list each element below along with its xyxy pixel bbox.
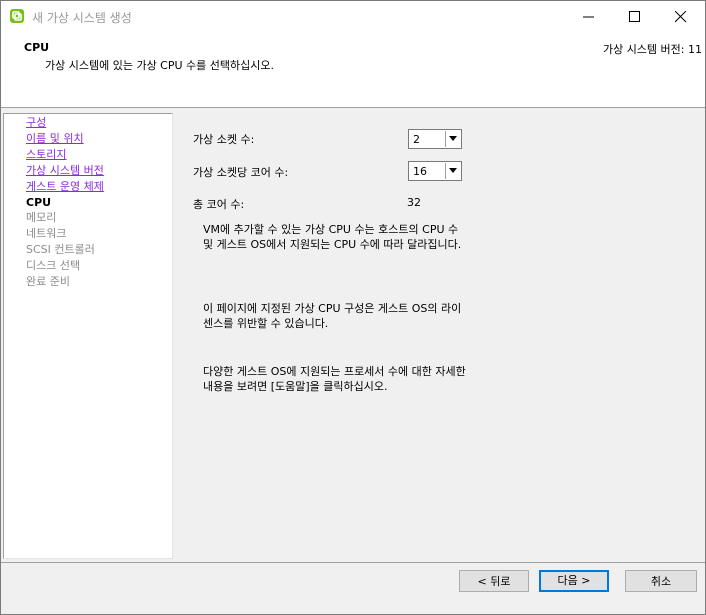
total-cores-label: 총 코어 수: (193, 198, 245, 211)
wizard-header: CPU 가상 시스템에 있는 가상 CPU 수를 선택하십시오. 가상 시스템 … (1, 32, 705, 108)
step-vm-version[interactable]: 가상 시스템 버전 (26, 164, 104, 178)
page-title: CPU (24, 41, 50, 54)
maximize-button[interactable] (612, 1, 658, 32)
step-network: 네트워크 (26, 227, 67, 240)
wizard-window: 새 가상 시스템 생성 CPU 가상 시스템에 있는 가상 CPU 수를 선택하… (0, 0, 706, 615)
cores-label: 가상 소켓당 코어 수: (193, 166, 289, 179)
cpu-settings-panel: 가상 소켓 수: 2 가상 소켓당 코어 수: 16 총 코어 수: 32 VM… (173, 113, 705, 557)
minimize-icon (583, 16, 594, 18)
page-description: 가상 시스템에 있는 가상 CPU 수를 선택하십시오. (45, 59, 274, 72)
step-configuration[interactable]: 구성 (26, 116, 46, 130)
minimize-button[interactable] (566, 1, 612, 32)
wizard-steps: 구성 이름 및 위치 스토리지 가상 시스템 버전 게스트 운영 체제 CPU … (3, 113, 173, 559)
chevron-down-icon (449, 136, 457, 141)
step-cpu: CPU (26, 196, 52, 209)
window-title: 새 가상 시스템 생성 (32, 11, 132, 25)
info-license-warning: 이 페이지에 지정된 가상 CPU 구성은 게스트 OS의 라이센스를 위반할 … (203, 302, 462, 330)
maximize-icon (629, 11, 640, 22)
close-icon (675, 11, 687, 23)
step-name-location[interactable]: 이름 및 위치 (26, 132, 84, 146)
cores-select[interactable]: 16 (408, 161, 462, 181)
step-select-disk: 디스크 선택 (26, 259, 81, 272)
footer-separator (1, 562, 705, 563)
step-ready-to-complete: 완료 준비 (26, 275, 70, 288)
step-guest-os[interactable]: 게스트 운영 체제 (26, 180, 104, 194)
next-button[interactable]: 다음 > (539, 570, 609, 592)
cancel-button[interactable]: 취소 (625, 570, 697, 592)
chevron-down-icon (449, 168, 457, 173)
step-scsi-controller: SCSI 컨트롤러 (26, 243, 95, 256)
vmware-icon (9, 8, 25, 24)
step-memory: 메모리 (26, 211, 57, 224)
cores-dropdown-button[interactable] (445, 163, 460, 179)
vm-version: 가상 시스템 버전: 11 (602, 43, 702, 56)
sockets-dropdown-button[interactable] (445, 131, 460, 147)
sockets-select[interactable]: 2 (408, 129, 462, 149)
title-bar: 새 가상 시스템 생성 (1, 1, 705, 32)
sockets-label: 가상 소켓 수: (193, 133, 255, 146)
step-storage[interactable]: 스토리지 (26, 148, 66, 162)
back-button[interactable]: < 뒤로 (459, 570, 529, 592)
info-cpu-limits: VM에 추가할 수 있는 가상 CPU 수는 호스트의 CPU 수 및 게스트 … (203, 223, 462, 251)
total-cores-value: 32 (407, 196, 421, 209)
sockets-value: 2 (413, 133, 420, 146)
cores-value: 16 (413, 165, 427, 178)
info-help-hint: 다양한 게스트 OS에 지원되는 프로세서 수에 대한 자세한 내용을 보려면 … (203, 365, 466, 393)
close-button[interactable] (658, 1, 704, 32)
